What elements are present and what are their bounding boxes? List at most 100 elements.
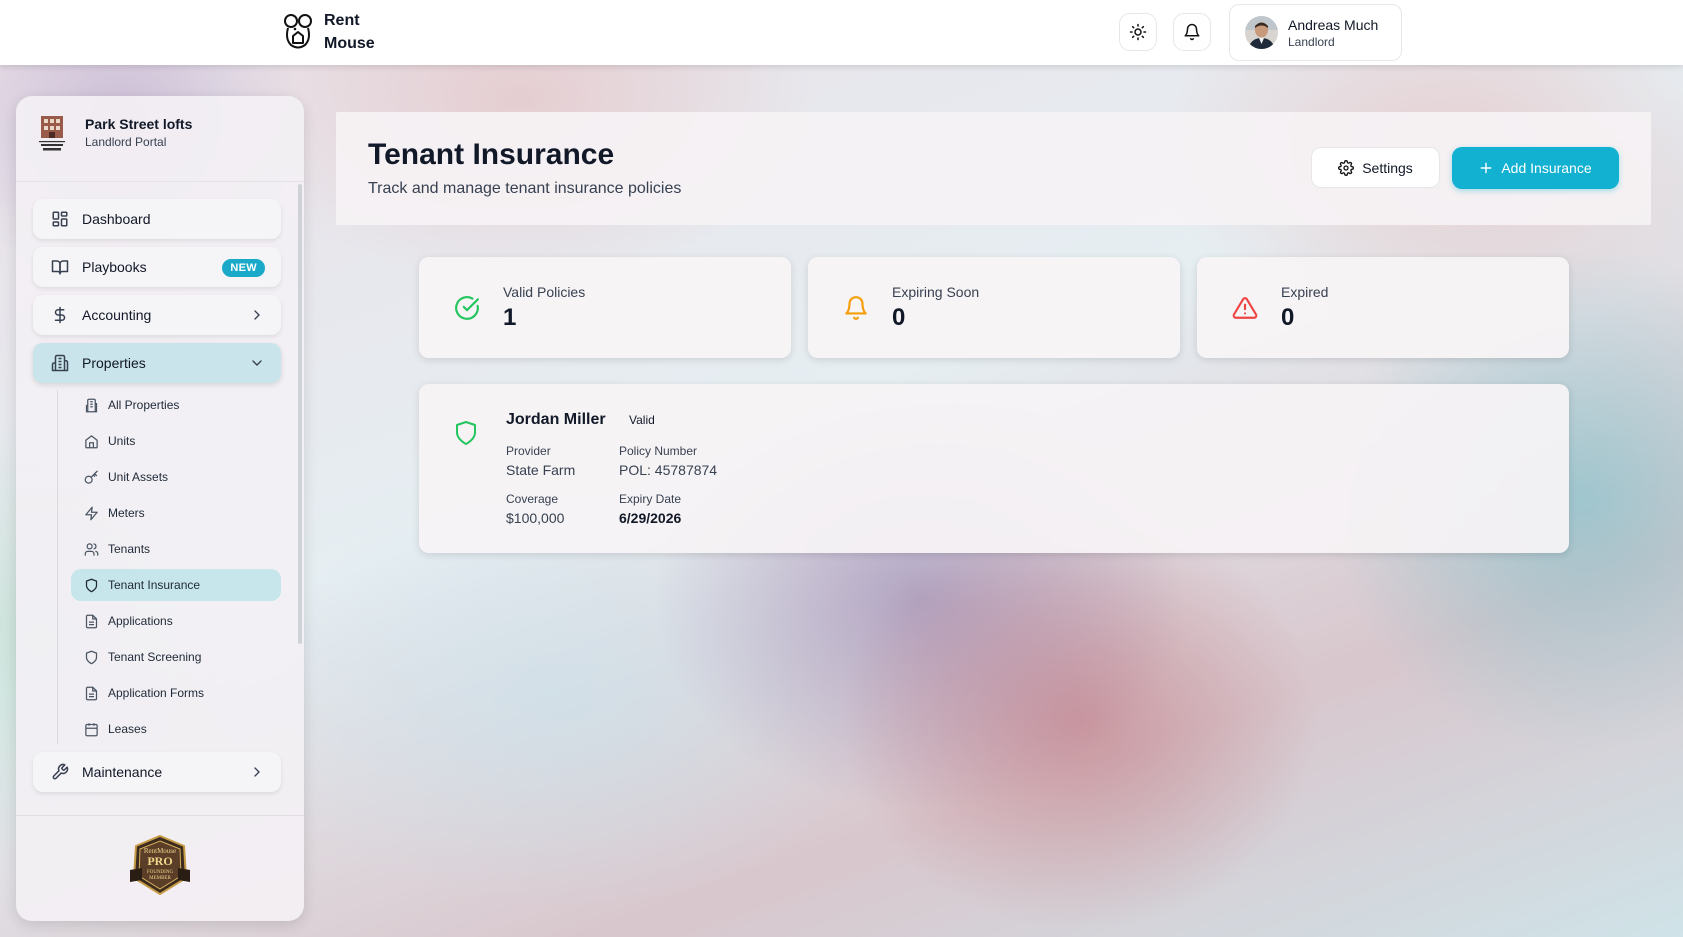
sidebar-subitem-tenant-screening[interactable]: Tenant Screening bbox=[71, 641, 281, 673]
policy-card[interactable]: Jordan Miller Valid Provider State Farm … bbox=[419, 384, 1569, 553]
notifications-button[interactable] bbox=[1173, 13, 1211, 51]
policy-number-label: Policy Number bbox=[619, 444, 698, 458]
sidebar-subitem-label: Unit Assets bbox=[108, 470, 169, 484]
sidebar-item-label: Properties bbox=[82, 355, 146, 371]
stat-label: Expired bbox=[1281, 284, 1329, 300]
page-title: Tenant Insurance bbox=[368, 138, 615, 171]
user-role: Landlord bbox=[1288, 34, 1335, 49]
stat-value: 0 bbox=[1281, 304, 1295, 331]
sidebar-subitem-unit-assets[interactable]: Unit Assets bbox=[71, 461, 281, 493]
lightning-icon bbox=[84, 506, 99, 521]
sidebar-item-accounting[interactable]: Accounting bbox=[33, 295, 281, 335]
brand-name-line2: Mouse bbox=[324, 35, 375, 52]
top-bar: Rent Mouse Andreas Much Landlord bbox=[0, 0, 1683, 65]
stat-value: 0 bbox=[892, 304, 906, 331]
sun-icon bbox=[1129, 23, 1147, 41]
coverage-label: Coverage bbox=[506, 492, 559, 506]
sidebar-subitem-tenants[interactable]: Tenants bbox=[71, 533, 281, 565]
sidebar-subitem-label: Tenant Screening bbox=[108, 650, 202, 664]
shield-icon bbox=[84, 578, 99, 593]
sidebar-subitem-units[interactable]: Units bbox=[71, 425, 281, 457]
add-insurance-button-label: Add Insurance bbox=[1501, 160, 1592, 176]
rent-mouse-logo-icon bbox=[284, 14, 312, 49]
pro-founding-member-badge: RentMouse PRO FOUNDING MEMBER bbox=[130, 834, 190, 896]
wrench-icon bbox=[50, 762, 70, 782]
new-badge: NEW bbox=[222, 259, 265, 277]
sidebar-scrollbar[interactable] bbox=[298, 184, 302, 644]
bell-icon bbox=[845, 296, 867, 320]
sidebar-item-maintenance[interactable]: Maintenance bbox=[33, 752, 281, 792]
dollar-icon bbox=[50, 305, 70, 325]
stat-value: 1 bbox=[503, 304, 517, 331]
sidebar-subitem-meters[interactable]: Meters bbox=[71, 497, 281, 529]
sidebar-header: Park Street lofts Landlord Portal bbox=[16, 96, 304, 182]
sidebar-item-label: Maintenance bbox=[82, 764, 163, 780]
sidebar-subitem-leases[interactable]: Leases bbox=[71, 713, 281, 745]
sidebar-item-label: Dashboard bbox=[82, 211, 151, 227]
stat-card-expiring-soon: Expiring Soon 0 bbox=[808, 257, 1180, 358]
coverage-value: $100,000 bbox=[506, 510, 565, 526]
subnav-divider bbox=[57, 390, 58, 744]
settings-button-label: Settings bbox=[1362, 159, 1413, 176]
bell-icon bbox=[1184, 23, 1200, 41]
sidebar-subitem-label: Applications bbox=[108, 614, 173, 628]
avatar bbox=[1245, 16, 1278, 49]
document-icon bbox=[84, 614, 99, 629]
status-badge: Valid bbox=[629, 413, 655, 427]
policy-number-value: POL: 45787874 bbox=[619, 462, 718, 478]
chevron-down-icon bbox=[252, 360, 262, 366]
key-icon bbox=[84, 470, 99, 485]
user-menu[interactable]: Andreas Much Landlord bbox=[1229, 4, 1402, 61]
sidebar-footer-divider bbox=[16, 815, 304, 816]
user-name: Andreas Much bbox=[1288, 16, 1379, 33]
sidebar-subitem-applications[interactable]: Applications bbox=[71, 605, 281, 637]
warning-triangle-icon bbox=[1232, 297, 1258, 319]
sidebar-subitem-label: Application Forms bbox=[108, 686, 205, 700]
sidebar-item-properties[interactable]: Properties bbox=[33, 343, 281, 383]
gear-icon bbox=[1338, 159, 1355, 176]
stat-card-valid-policies: Valid Policies 1 bbox=[419, 257, 791, 358]
sidebar-item-dashboard[interactable]: Dashboard bbox=[33, 199, 281, 239]
tenant-name: Jordan Miller bbox=[506, 411, 606, 428]
sidebar: Park Street lofts Landlord Portal Dashbo… bbox=[16, 96, 304, 921]
dashboard-grid-icon bbox=[50, 209, 70, 229]
sidebar-subitem-label: Tenant Insurance bbox=[108, 578, 201, 592]
svg-text:MEMBER: MEMBER bbox=[149, 876, 171, 881]
stat-label: Expiring Soon bbox=[892, 284, 980, 300]
sidebar-item-playbooks[interactable]: Playbooks NEW bbox=[33, 247, 281, 287]
sidebar-subitem-label: Tenants bbox=[108, 542, 151, 556]
org-name: Park Street lofts bbox=[85, 116, 193, 132]
chevron-right-icon bbox=[254, 767, 260, 777]
sidebar-subitem-application-forms[interactable]: Application Forms bbox=[71, 677, 281, 709]
building-icon bbox=[84, 398, 99, 413]
shield-icon bbox=[84, 650, 99, 665]
provider-value: State Farm bbox=[506, 462, 576, 478]
stat-label: Valid Policies bbox=[503, 284, 586, 300]
park-street-lofts-logo-icon bbox=[39, 116, 65, 151]
brand-name: Rent Mouse bbox=[324, 9, 384, 55]
add-insurance-button[interactable]: Add Insurance bbox=[1452, 147, 1619, 189]
shield-icon bbox=[456, 421, 476, 445]
document-icon bbox=[84, 686, 99, 701]
check-circle-icon bbox=[455, 296, 479, 320]
sidebar-subitem-all-properties[interactable]: All Properties bbox=[71, 389, 281, 421]
sidebar-subitem-tenant-insurance[interactable]: Tenant Insurance bbox=[71, 569, 281, 601]
expiry-date-label: Expiry Date bbox=[619, 492, 682, 506]
building-icon bbox=[50, 353, 70, 373]
settings-button[interactable]: Settings bbox=[1311, 147, 1440, 188]
org-subtitle: Landlord Portal bbox=[85, 135, 167, 149]
sidebar-subitem-label: Units bbox=[108, 434, 136, 448]
brand[interactable]: Rent Mouse bbox=[282, 9, 384, 55]
sidebar-subitem-label: Leases bbox=[108, 722, 147, 736]
home-icon bbox=[84, 434, 99, 449]
sidebar-item-label: Playbooks bbox=[82, 259, 147, 275]
svg-text:FOUNDING: FOUNDING bbox=[147, 870, 174, 875]
calendar-icon bbox=[84, 722, 99, 737]
chevron-right-icon bbox=[254, 310, 260, 320]
sidebar-item-label: Accounting bbox=[82, 307, 152, 323]
users-icon bbox=[84, 542, 99, 557]
svg-text:PRO: PRO bbox=[147, 854, 172, 868]
provider-label: Provider bbox=[506, 444, 551, 458]
page-subtitle: Track and manage tenant insurance polici… bbox=[368, 180, 682, 197]
theme-toggle-button[interactable] bbox=[1119, 13, 1157, 51]
